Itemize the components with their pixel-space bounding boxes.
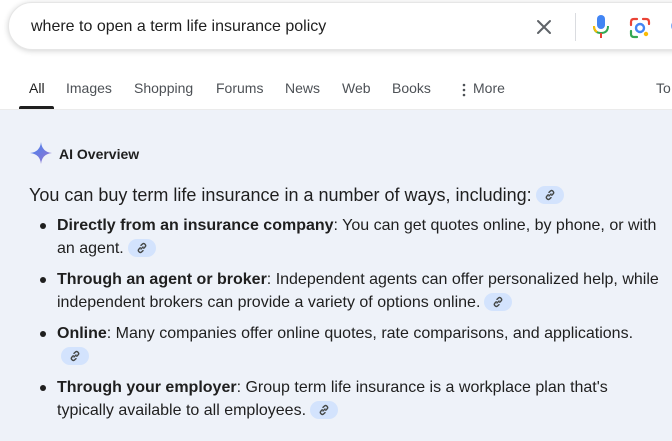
search-tabs: All Images Shopping Forums News Web Book… <box>0 70 672 110</box>
tab-shopping[interactable]: Shopping <box>134 80 193 96</box>
link-icon <box>545 190 555 201</box>
bullet-dot <box>40 277 46 283</box>
tab-images[interactable]: Images <box>66 80 112 96</box>
tab-more[interactable]: More <box>473 80 505 96</box>
tab-web[interactable]: Web <box>342 80 371 96</box>
bullet-term: Directly from an insurance company <box>57 217 334 234</box>
tab-forums[interactable]: Forums <box>216 80 263 96</box>
bullet-text: : Many companies offer online quotes, ra… <box>106 325 634 342</box>
bullet-dot <box>40 385 46 391</box>
tab-tools[interactable]: To <box>656 80 671 96</box>
link-icon <box>493 296 503 307</box>
gemini-sparkle-icon <box>30 142 52 164</box>
ai-overview-lead: You can buy term life insurance in a num… <box>29 183 659 207</box>
source-link-button[interactable] <box>484 292 513 311</box>
tab-all[interactable]: All <box>29 80 45 96</box>
link-icon <box>137 242 147 253</box>
tab-news[interactable]: News <box>285 80 320 96</box>
list-item: Directly from an insurance company: You … <box>0 214 672 260</box>
tab-books[interactable]: Books <box>392 80 431 96</box>
bullet-term: Through an agent or broker <box>57 271 267 288</box>
close-icon[interactable] <box>534 17 554 37</box>
search-input[interactable]: where to open a term life insurance poli… <box>31 18 326 36</box>
source-link-button[interactable] <box>61 346 89 365</box>
bullet-dot <box>40 223 46 229</box>
ai-overview-title: AI Overview <box>59 146 140 162</box>
list-item: Online: Many companies offer online quot… <box>0 322 672 368</box>
ai-overview-list: Directly from an insurance company: You … <box>0 214 672 430</box>
link-icon <box>319 404 329 415</box>
list-item: Through your employer: Group term life i… <box>0 376 672 422</box>
bullet-term: Online <box>57 325 107 342</box>
ai-overview-lead-text: You can buy term life insurance in a num… <box>29 185 532 205</box>
search-bar-divider <box>575 13 576 41</box>
bullet-dot <box>40 331 46 337</box>
search-box[interactable]: where to open a term life insurance poli… <box>8 2 672 50</box>
source-link-button[interactable] <box>535 186 564 205</box>
vertical-dots-icon[interactable] <box>462 83 466 97</box>
source-link-button[interactable] <box>310 400 339 419</box>
ai-overview-panel: AI Overview You can buy term life insura… <box>0 110 672 441</box>
microphone-icon[interactable] <box>591 14 611 40</box>
link-icon <box>70 350 80 361</box>
google-lens-icon[interactable] <box>628 16 652 40</box>
list-item: Through an agent or broker: Independent … <box>0 268 672 314</box>
search-results-page: where to open a term life insurance poli… <box>0 0 672 441</box>
bullet-term: Through your employer <box>57 379 237 396</box>
source-link-button[interactable] <box>127 238 156 257</box>
